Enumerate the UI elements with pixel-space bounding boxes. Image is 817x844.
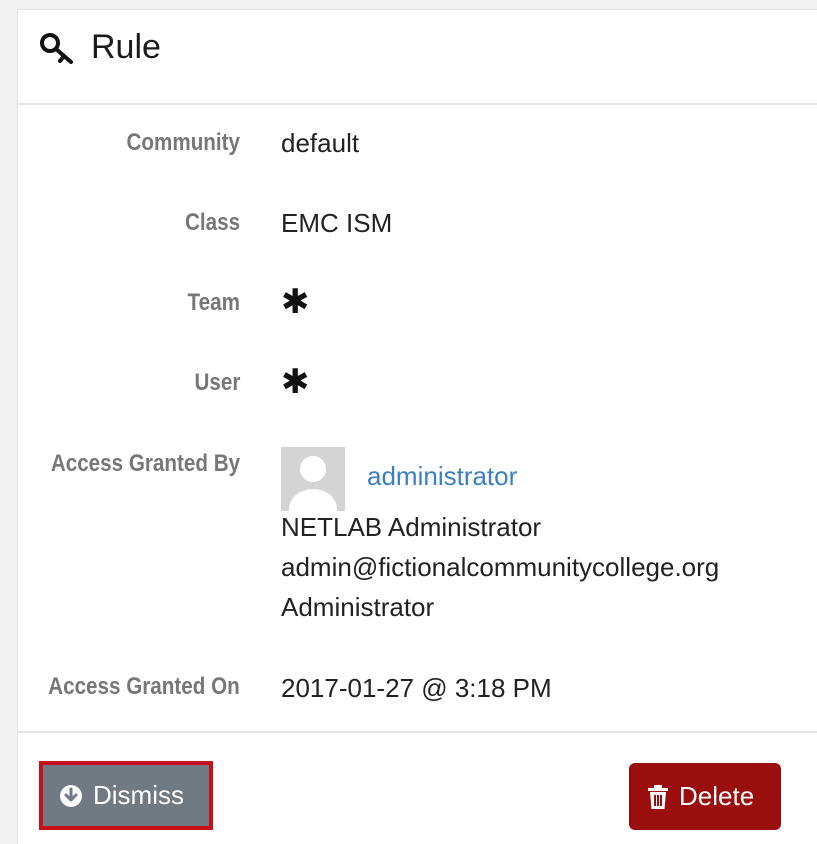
dismiss-button-label: Dismiss xyxy=(93,780,184,810)
user-avatar-placeholder xyxy=(281,447,345,511)
user-label: User xyxy=(194,369,240,396)
avatar-silhouette-icon xyxy=(281,447,345,511)
class-label: Class xyxy=(184,209,240,236)
team-value: ✱ xyxy=(281,283,310,321)
delete-button[interactable]: Delete xyxy=(629,763,781,830)
key-icon xyxy=(40,33,73,64)
team-label: Team xyxy=(187,289,240,316)
page-title: Rule xyxy=(91,28,161,66)
arrow-circle-down-icon xyxy=(60,784,82,807)
dismiss-button[interactable]: Dismiss xyxy=(39,761,213,830)
class-value: EMC ISM xyxy=(281,208,393,238)
trash-icon xyxy=(648,784,668,809)
user-value: ✱ xyxy=(281,363,310,401)
granted-by-role: Administrator xyxy=(281,592,435,622)
community-value: default xyxy=(281,128,360,158)
delete-button-label: Delete xyxy=(679,781,755,811)
access-granted-on-label: Access Granted On xyxy=(48,673,240,700)
panel-header: Rule xyxy=(18,10,817,105)
granted-by-user-link[interactable]: administrator xyxy=(367,461,517,492)
rule-panel: Rule Community default Class EMC ISM Tea… xyxy=(17,9,817,844)
granted-by-full-name: NETLAB Administrator xyxy=(281,512,542,542)
access-granted-by-label: Access Granted By xyxy=(50,450,240,477)
community-label: Community xyxy=(126,129,240,156)
footer-divider xyxy=(18,731,817,733)
access-granted-on-value: 2017-01-27 @ 3:18 PM xyxy=(281,673,552,703)
granted-by-email: admin@fictionalcommunitycollege.org xyxy=(281,552,720,582)
